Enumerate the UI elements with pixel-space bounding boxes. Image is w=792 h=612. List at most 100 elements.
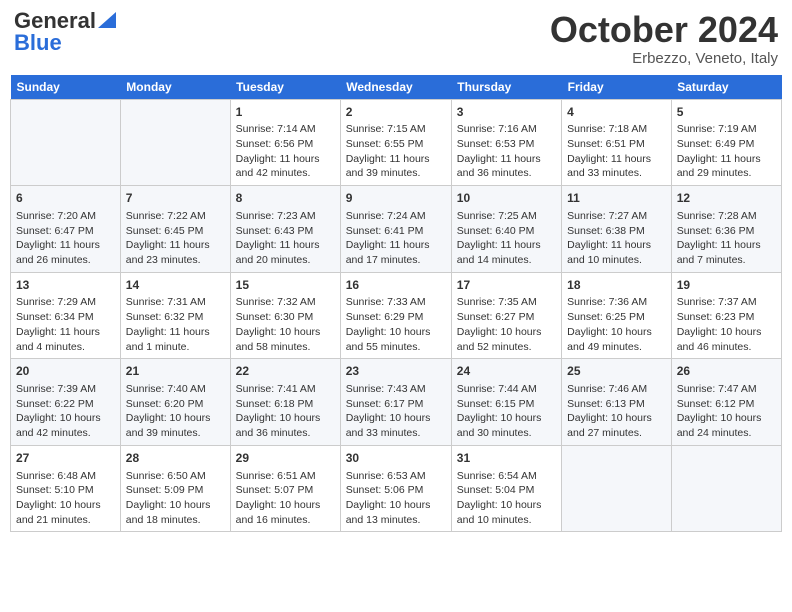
day-info: Sunrise: 7:39 AMSunset: 6:22 PMDaylight:…	[16, 382, 115, 441]
day-number: 14	[126, 277, 225, 294]
day-number: 2	[346, 104, 446, 121]
calendar-cell: 14Sunrise: 7:31 AMSunset: 6:32 PMDayligh…	[120, 272, 230, 359]
day-number: 7	[126, 190, 225, 207]
calendar-cell: 26 Sunrise: 7:47 AMSunset: 6:12 PMDayligh…	[671, 359, 781, 446]
calendar-week-row: 6Sunrise: 7:20 AMSunset: 6:47 PMDaylight…	[11, 186, 782, 273]
calendar-cell	[11, 99, 121, 186]
calendar-cell: 11 Sunrise: 7:27 AMSunset: 6:38 PMDayligh…	[562, 186, 672, 273]
day-info: Sunrise: 7:27 AMSunset: 6:38 PMDaylight:…	[567, 209, 666, 268]
day-number: 26	[677, 363, 776, 380]
day-info: Sunrise: 7:25 AMSunset: 6:40 PMDaylight:…	[457, 209, 556, 268]
day-info: Sunrise: 6:53 AMSunset: 5:06 PMDaylight:…	[346, 469, 446, 528]
calendar-cell: 12 Sunrise: 7:28 AMSunset: 6:36 PMDayligh…	[671, 186, 781, 273]
calendar-cell: 6Sunrise: 7:20 AMSunset: 6:47 PMDaylight…	[11, 186, 121, 273]
day-info: Sunrise: 7:43 AMSunset: 6:17 PMDaylight:…	[346, 382, 446, 441]
calendar-header-row: SundayMondayTuesdayWednesdayThursdayFrid…	[11, 75, 782, 100]
day-info: Sunrise: 6:51 AMSunset: 5:07 PMDaylight:…	[236, 469, 335, 528]
title-block: October 2024 Erbezzo, Veneto, Italy	[550, 10, 778, 67]
day-info: Sunrise: 7:44 AMSunset: 6:15 PMDaylight:…	[457, 382, 556, 441]
calendar-cell: 31 Sunrise: 6:54 AMSunset: 5:04 PMDayligh…	[451, 445, 561, 532]
calendar-cell: 22Sunrise: 7:41 AMSunset: 6:18 PMDayligh…	[230, 359, 340, 446]
calendar-cell: 3Sunrise: 7:16 AMSunset: 6:53 PMDaylight…	[451, 99, 561, 186]
page-title: October 2024	[550, 10, 778, 50]
calendar-cell: 5Sunrise: 7:19 AMSunset: 6:49 PMDaylight…	[671, 99, 781, 186]
calendar-cell: 27 Sunrise: 6:48 AMSunset: 5:10 PMDayligh…	[11, 445, 121, 532]
calendar-cell: 7 Sunrise: 7:22 AMSunset: 6:45 PMDaylight…	[120, 186, 230, 273]
logo-general-text: General	[14, 10, 96, 32]
calendar-cell: 10 Sunrise: 7:25 AMSunset: 6:40 PMDayligh…	[451, 186, 561, 273]
day-info: Sunrise: 7:18 AMSunset: 6:51 PMDaylight:…	[567, 122, 666, 181]
page-location: Erbezzo, Veneto, Italy	[550, 50, 778, 67]
calendar-cell: 23 Sunrise: 7:43 AMSunset: 6:17 PMDayligh…	[340, 359, 451, 446]
calendar-cell: 19Sunrise: 7:37 AMSunset: 6:23 PMDayligh…	[671, 272, 781, 359]
calendar-table: SundayMondayTuesdayWednesdayThursdayFrid…	[10, 75, 782, 533]
day-number: 9	[346, 190, 446, 207]
calendar-cell: 17Sunrise: 7:35 AMSunset: 6:27 PMDayligh…	[451, 272, 561, 359]
day-info: Sunrise: 7:19 AMSunset: 6:49 PMDaylight:…	[677, 122, 776, 181]
day-info: Sunrise: 7:15 AMSunset: 6:55 PMDaylight:…	[346, 122, 446, 181]
day-number: 31	[457, 450, 556, 467]
day-number: 1	[236, 104, 335, 121]
day-info: Sunrise: 6:48 AMSunset: 5:10 PMDaylight:…	[16, 469, 115, 528]
page-header: General Blue October 2024 Erbezzo, Venet…	[10, 10, 782, 67]
day-info: Sunrise: 7:47 AMSunset: 6:12 PMDaylight:…	[677, 382, 776, 441]
weekday-header-tuesday: Tuesday	[230, 75, 340, 100]
day-number: 12	[677, 190, 776, 207]
day-number: 19	[677, 277, 776, 294]
calendar-cell: 13Sunrise: 7:29 AMSunset: 6:34 PMDayligh…	[11, 272, 121, 359]
day-info: Sunrise: 7:28 AMSunset: 6:36 PMDaylight:…	[677, 209, 776, 268]
day-number: 29	[236, 450, 335, 467]
calendar-cell: 30Sunrise: 6:53 AMSunset: 5:06 PMDayligh…	[340, 445, 451, 532]
day-number: 21	[126, 363, 225, 380]
calendar-cell	[562, 445, 672, 532]
day-info: Sunrise: 7:46 AMSunset: 6:13 PMDaylight:…	[567, 382, 666, 441]
calendar-cell: 28Sunrise: 6:50 AMSunset: 5:09 PMDayligh…	[120, 445, 230, 532]
day-info: Sunrise: 7:37 AMSunset: 6:23 PMDaylight:…	[677, 295, 776, 354]
weekday-header-wednesday: Wednesday	[340, 75, 451, 100]
calendar-week-row: 13Sunrise: 7:29 AMSunset: 6:34 PMDayligh…	[11, 272, 782, 359]
day-number: 16	[346, 277, 446, 294]
day-info: Sunrise: 7:40 AMSunset: 6:20 PMDaylight:…	[126, 382, 225, 441]
logo: General Blue	[14, 10, 116, 54]
calendar-week-row: 1Sunrise: 7:14 AMSunset: 6:56 PMDaylight…	[11, 99, 782, 186]
day-number: 15	[236, 277, 335, 294]
calendar-cell: 2Sunrise: 7:15 AMSunset: 6:55 PMDaylight…	[340, 99, 451, 186]
calendar-cell: 21 Sunrise: 7:40 AMSunset: 6:20 PMDayligh…	[120, 359, 230, 446]
day-number: 22	[236, 363, 335, 380]
day-number: 24	[457, 363, 556, 380]
weekday-header-friday: Friday	[562, 75, 672, 100]
calendar-cell: 25 Sunrise: 7:46 AMSunset: 6:13 PMDayligh…	[562, 359, 672, 446]
day-number: 25	[567, 363, 666, 380]
calendar-cell: 24 Sunrise: 7:44 AMSunset: 6:15 PMDayligh…	[451, 359, 561, 446]
day-info: Sunrise: 7:35 AMSunset: 6:27 PMDaylight:…	[457, 295, 556, 354]
calendar-cell: 16Sunrise: 7:33 AMSunset: 6:29 PMDayligh…	[340, 272, 451, 359]
day-info: Sunrise: 7:23 AMSunset: 6:43 PMDaylight:…	[236, 209, 335, 268]
weekday-header-sunday: Sunday	[11, 75, 121, 100]
day-number: 3	[457, 104, 556, 121]
day-number: 10	[457, 190, 556, 207]
day-info: Sunrise: 6:50 AMSunset: 5:09 PMDaylight:…	[126, 469, 225, 528]
day-number: 23	[346, 363, 446, 380]
logo-triangle-icon	[98, 12, 116, 28]
day-info: Sunrise: 7:32 AMSunset: 6:30 PMDaylight:…	[236, 295, 335, 354]
day-info: Sunrise: 7:20 AMSunset: 6:47 PMDaylight:…	[16, 209, 115, 268]
calendar-cell	[120, 99, 230, 186]
weekday-header-thursday: Thursday	[451, 75, 561, 100]
calendar-cell: 1Sunrise: 7:14 AMSunset: 6:56 PMDaylight…	[230, 99, 340, 186]
day-info: Sunrise: 7:29 AMSunset: 6:34 PMDaylight:…	[16, 295, 115, 354]
calendar-cell: 20 Sunrise: 7:39 AMSunset: 6:22 PMDayligh…	[11, 359, 121, 446]
day-info: Sunrise: 7:22 AMSunset: 6:45 PMDaylight:…	[126, 209, 225, 268]
weekday-header-saturday: Saturday	[671, 75, 781, 100]
day-number: 18	[567, 277, 666, 294]
weekday-header-monday: Monday	[120, 75, 230, 100]
calendar-cell: 9 Sunrise: 7:24 AMSunset: 6:41 PMDaylight…	[340, 186, 451, 273]
day-info: Sunrise: 7:24 AMSunset: 6:41 PMDaylight:…	[346, 209, 446, 268]
day-number: 17	[457, 277, 556, 294]
day-number: 11	[567, 190, 666, 207]
day-number: 20	[16, 363, 115, 380]
day-info: Sunrise: 7:33 AMSunset: 6:29 PMDaylight:…	[346, 295, 446, 354]
day-info: Sunrise: 6:54 AMSunset: 5:04 PMDaylight:…	[457, 469, 556, 528]
calendar-week-row: 27 Sunrise: 6:48 AMSunset: 5:10 PMDayligh…	[11, 445, 782, 532]
day-number: 27	[16, 450, 115, 467]
day-number: 4	[567, 104, 666, 121]
